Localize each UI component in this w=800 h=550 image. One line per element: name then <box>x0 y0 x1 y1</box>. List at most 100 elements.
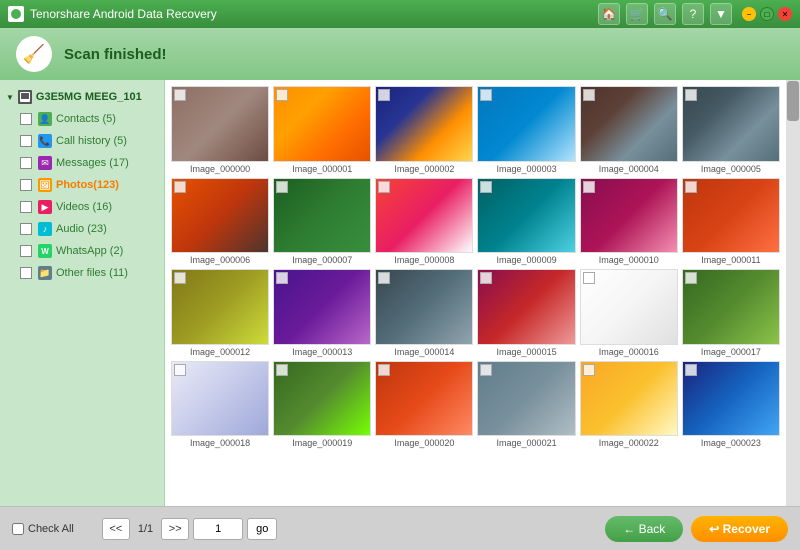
menu-button[interactable]: ▼ <box>710 3 732 25</box>
photo-item[interactable]: Image_000020 <box>375 361 473 449</box>
photo-checkbox[interactable] <box>276 272 288 284</box>
photo-item[interactable]: Image_000005 <box>682 86 780 174</box>
photo-checkbox[interactable] <box>685 272 697 284</box>
photo-checkbox[interactable] <box>276 181 288 193</box>
photo-checkbox[interactable] <box>583 89 595 101</box>
photo-item[interactable]: Image_000015 <box>477 269 575 357</box>
calls-label: Call history (5) <box>56 135 127 147</box>
photo-checkbox[interactable] <box>174 89 186 101</box>
photo-item[interactable]: Image_000003 <box>477 86 575 174</box>
sidebar-item-photos[interactable]: 🖼 Photos(123) <box>0 174 164 196</box>
photo-checkbox[interactable] <box>583 364 595 376</box>
next-page-button[interactable]: >> <box>161 518 189 540</box>
photo-thumbnail <box>682 86 780 162</box>
photo-thumbnail <box>273 361 371 437</box>
audio-checkbox[interactable] <box>20 223 32 235</box>
sidebar-item-videos[interactable]: ▶ Videos (16) <box>0 196 164 218</box>
device-header[interactable]: ▼ G3E5MG MEEG_101 <box>0 86 164 108</box>
photo-checkbox[interactable] <box>685 181 697 193</box>
sidebar-item-messages[interactable]: ✉ Messages (17) <box>0 152 164 174</box>
whatsapp-checkbox[interactable] <box>20 245 32 257</box>
photo-label: Image_000013 <box>292 347 352 357</box>
photo-label: Image_000012 <box>190 347 250 357</box>
go-button[interactable]: go <box>247 518 277 540</box>
back-button[interactable]: ← Back <box>605 516 683 542</box>
photo-item[interactable]: Image_000010 <box>580 178 678 266</box>
photo-checkbox[interactable] <box>174 272 186 284</box>
photo-item[interactable]: Image_000014 <box>375 269 473 357</box>
photo-checkbox[interactable] <box>276 89 288 101</box>
photo-checkbox[interactable] <box>174 181 186 193</box>
photo-item[interactable]: Image_000012 <box>171 269 269 357</box>
photo-item[interactable]: Image_000019 <box>273 361 371 449</box>
photo-item[interactable]: Image_000008 <box>375 178 473 266</box>
photo-item[interactable]: Image_000021 <box>477 361 575 449</box>
status-icon: 🧹 <box>16 36 52 72</box>
scrollbar-thumb[interactable] <box>787 81 799 121</box>
device-icon <box>18 90 32 104</box>
scrollbar[interactable] <box>786 80 800 506</box>
minimize-button[interactable]: − <box>742 7 756 21</box>
photo-checkbox[interactable] <box>583 272 595 284</box>
home-button[interactable]: 🏠 <box>598 3 620 25</box>
close-button[interactable]: ✕ <box>778 7 792 21</box>
search-button[interactable]: 🔍 <box>654 3 676 25</box>
maximize-button[interactable]: □ <box>760 7 774 21</box>
sidebar-item-calls[interactable]: 📞 Call history (5) <box>0 130 164 152</box>
photo-checkbox[interactable] <box>480 272 492 284</box>
app-icon <box>8 6 24 22</box>
photo-checkbox[interactable] <box>685 364 697 376</box>
check-all-checkbox[interactable] <box>12 523 24 535</box>
photo-thumbnail <box>477 361 575 437</box>
prev-page-button[interactable]: << <box>102 518 130 540</box>
photo-thumbnail <box>273 178 371 254</box>
page-input[interactable] <box>193 518 243 540</box>
photo-item[interactable]: Image_000001 <box>273 86 371 174</box>
photo-item[interactable]: Image_000004 <box>580 86 678 174</box>
photo-item[interactable]: Image_000006 <box>171 178 269 266</box>
videos-checkbox[interactable] <box>20 201 32 213</box>
contacts-checkbox[interactable] <box>20 113 32 125</box>
sidebar-item-whatsapp[interactable]: W WhatsApp (2) <box>0 240 164 262</box>
photo-checkbox[interactable] <box>480 181 492 193</box>
sidebar-item-audio[interactable]: ♪ Audio (23) <box>0 218 164 240</box>
sidebar-item-files[interactable]: 📁 Other files (11) <box>0 262 164 284</box>
files-checkbox[interactable] <box>20 267 32 279</box>
recover-button[interactable]: ↩ Recover <box>691 516 788 542</box>
photo-checkbox[interactable] <box>480 89 492 101</box>
photo-item[interactable]: Image_000007 <box>273 178 371 266</box>
photo-item[interactable]: Image_000016 <box>580 269 678 357</box>
photo-item[interactable]: Image_000018 <box>171 361 269 449</box>
photos-checkbox[interactable] <box>20 179 32 191</box>
photo-label: Image_000004 <box>599 164 659 174</box>
photo-checkbox[interactable] <box>378 89 390 101</box>
photo-thumbnail <box>171 269 269 345</box>
messages-label: Messages (17) <box>56 157 129 169</box>
photo-checkbox[interactable] <box>276 364 288 376</box>
photo-item[interactable]: Image_000000 <box>171 86 269 174</box>
help-button[interactable]: ? <box>682 3 704 25</box>
photo-checkbox[interactable] <box>174 364 186 376</box>
messages-checkbox[interactable] <box>20 157 32 169</box>
photo-checkbox[interactable] <box>378 181 390 193</box>
photo-label: Image_000010 <box>599 255 659 265</box>
calls-checkbox[interactable] <box>20 135 32 147</box>
cart-button[interactable]: 🛒 <box>626 3 648 25</box>
photo-checkbox[interactable] <box>378 272 390 284</box>
audio-label: Audio (23) <box>56 223 107 235</box>
photo-checkbox[interactable] <box>583 181 595 193</box>
photo-item[interactable]: Image_000009 <box>477 178 575 266</box>
files-label: Other files (11) <box>56 267 128 279</box>
photo-item[interactable]: Image_000023 <box>682 361 780 449</box>
photo-item[interactable]: Image_000017 <box>682 269 780 357</box>
photo-checkbox[interactable] <box>685 89 697 101</box>
photo-checkbox[interactable] <box>480 364 492 376</box>
sidebar-item-contacts[interactable]: 👤 Contacts (5) <box>0 108 164 130</box>
photo-checkbox[interactable] <box>378 364 390 376</box>
photo-item[interactable]: Image_000002 <box>375 86 473 174</box>
photo-label: Image_000008 <box>394 255 454 265</box>
photo-item[interactable]: Image_000011 <box>682 178 780 266</box>
photo-item[interactable]: Image_000022 <box>580 361 678 449</box>
whatsapp-label: WhatsApp (2) <box>56 245 123 257</box>
photo-item[interactable]: Image_000013 <box>273 269 371 357</box>
